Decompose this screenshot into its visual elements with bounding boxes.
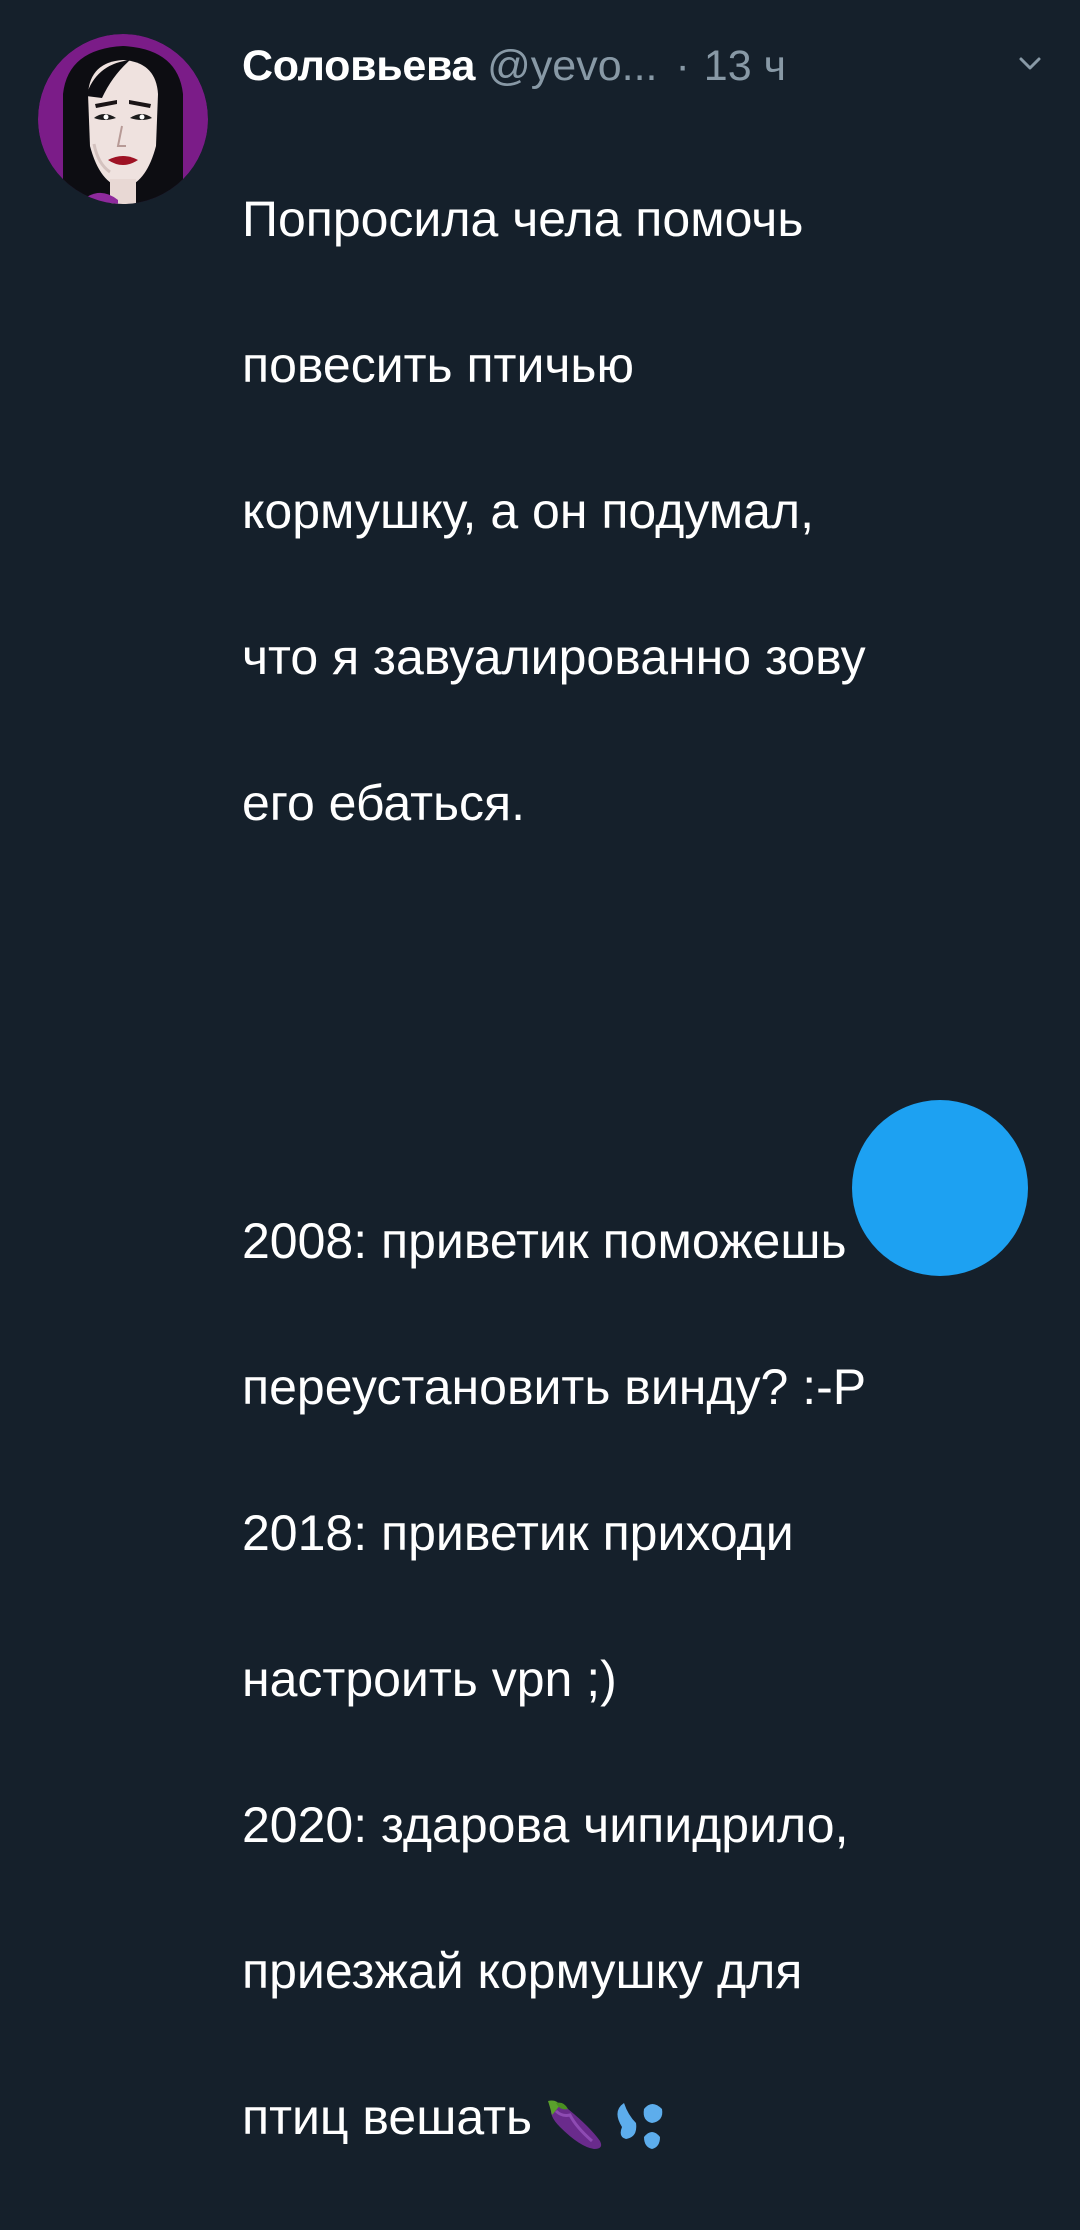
tweet-line: его ебаться. (242, 775, 526, 831)
tweet-line: настроить vpn ;) (242, 1651, 617, 1707)
author-name[interactable]: Соловьева (242, 42, 475, 91)
avatar-image (38, 34, 208, 204)
author-handle[interactable]: @yevo... (487, 42, 657, 91)
tweet-timestamp[interactable]: 13 ч (704, 42, 786, 91)
tweet-line: птиц вешать (242, 2089, 533, 2145)
tweet-line: кормушку, а он подумал, (242, 483, 814, 539)
sweat-droplets-icon (617, 2103, 663, 2150)
tweet-last-line: птиц вешать (242, 2081, 1042, 2157)
tweet-line: 2020: здарова чипидрило, (242, 1797, 849, 1853)
separator-dot: · (675, 41, 690, 90)
tweet-line: приезжай кормушку для (242, 1943, 803, 1999)
chevron-down-icon[interactable] (1018, 56, 1042, 72)
tweet-line: повесить птичью (242, 337, 634, 393)
tweet-line: переустановить винду? :-P (242, 1359, 867, 1415)
avatar[interactable] (38, 34, 208, 204)
tweet-line: что я завуалированно зову (242, 629, 866, 685)
tweet-line: 2018: приветик приходи (242, 1505, 794, 1561)
emoji-group (546, 2084, 668, 2157)
compose-fab[interactable] (852, 1100, 1028, 1276)
tweet-header: Соловьева @yevo... · 13 ч (242, 36, 1042, 96)
tweet[interactable]: Соловьева @yevo... · 13 ч Попросила чела… (0, 0, 1080, 2150)
tweet-line: Попросила чела помочь (242, 191, 804, 247)
eggplant-icon (548, 2100, 602, 2150)
